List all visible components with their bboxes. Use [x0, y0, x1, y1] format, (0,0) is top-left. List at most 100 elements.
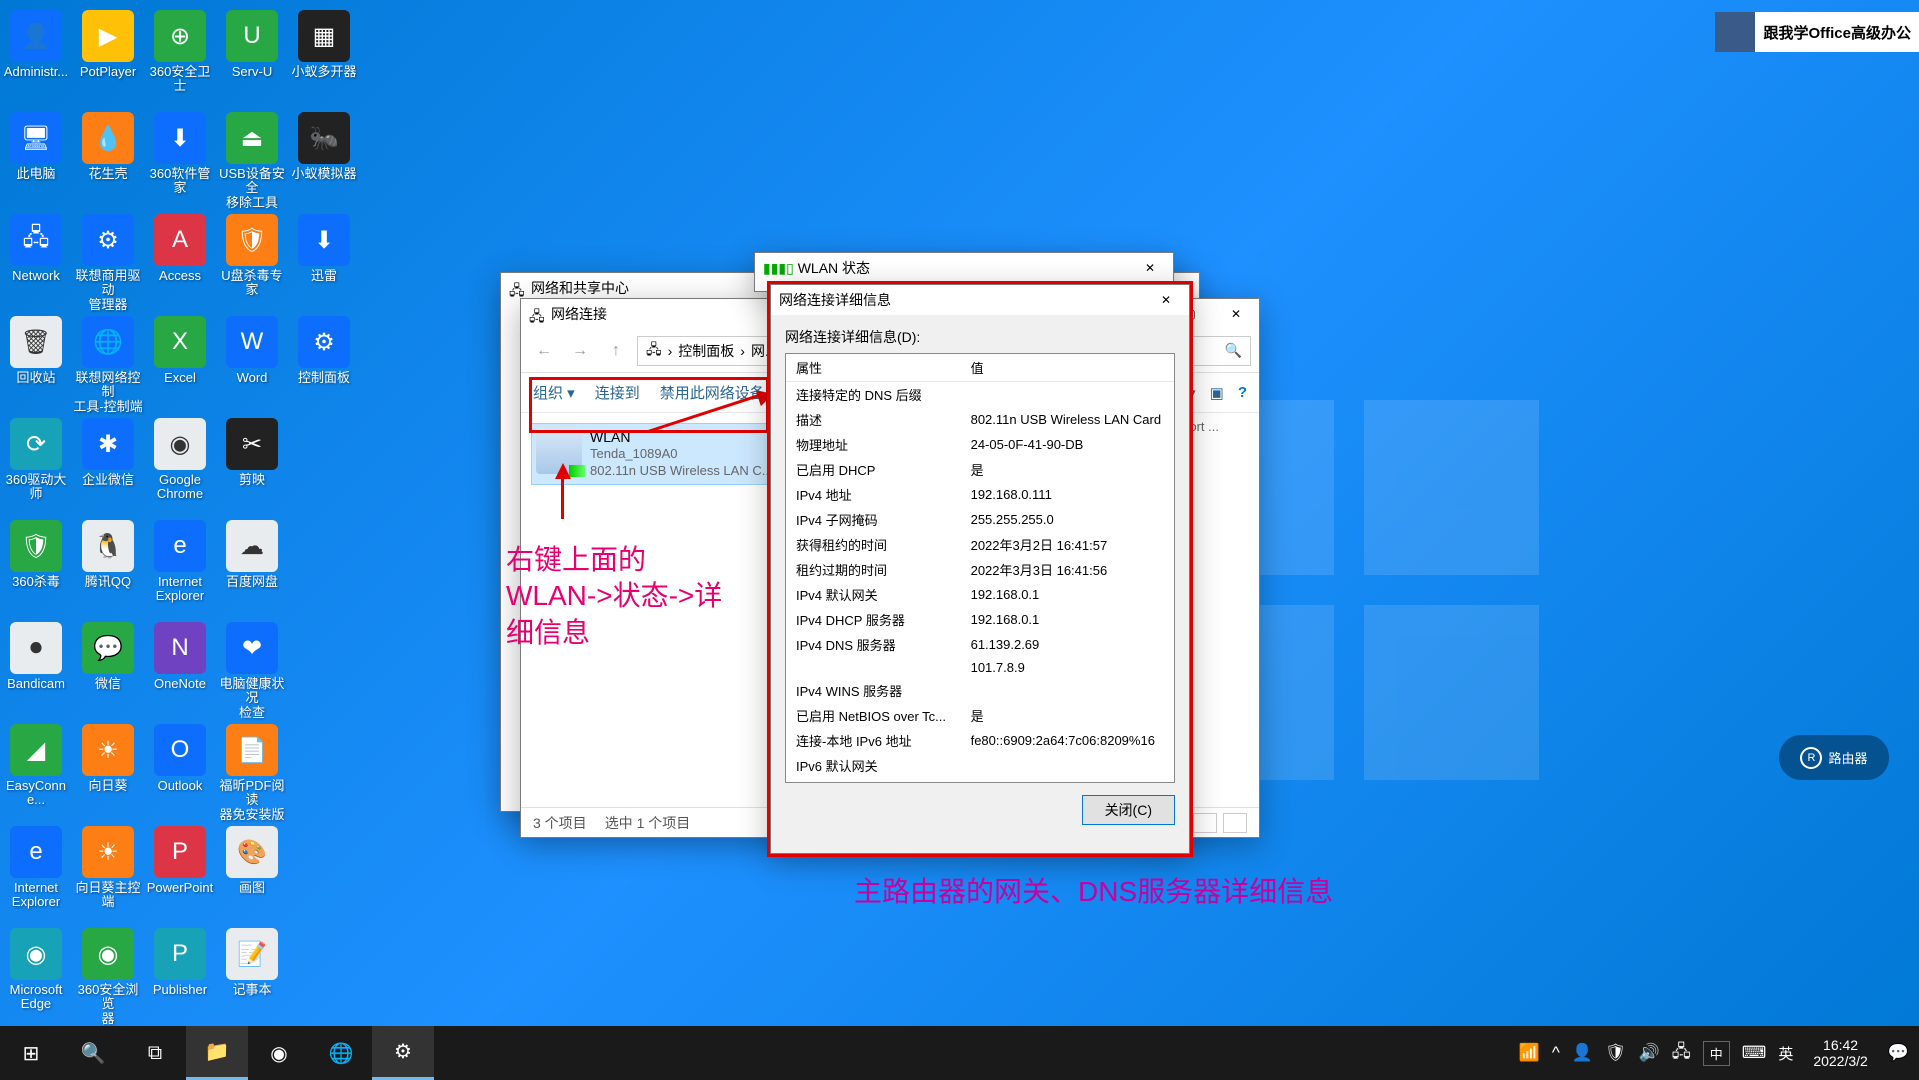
desktop-icon[interactable]: 📝记事本: [216, 924, 288, 1026]
desktop-icon[interactable]: UServ-U: [216, 6, 288, 108]
desktop-icon[interactable]: ⊕360安全卫士: [144, 6, 216, 108]
desktop-icon[interactable]: ⟳360驱动大师: [0, 414, 72, 516]
browser-taskbar-icon[interactable]: 🌐: [310, 1026, 372, 1080]
desktop-icon[interactable]: 🛡U盘杀毒专家: [216, 210, 288, 312]
notifications-tray-icon[interactable]: 💬: [1888, 1043, 1909, 1063]
desktop-icon[interactable]: ◉GoogleChrome: [144, 414, 216, 516]
table-row[interactable]: IPv6 默认网关: [786, 753, 1174, 778]
wifi-tray-icon[interactable]: 📶: [1519, 1043, 1540, 1063]
table-row[interactable]: 已启用 DHCP是: [786, 457, 1174, 482]
table-row[interactable]: 租约过期的时间2022年3月3日 16:41:56: [786, 557, 1174, 582]
table-row[interactable]: IPv4 地址192.168.0.111: [786, 482, 1174, 507]
view-details-button[interactable]: [1193, 813, 1217, 833]
ime-icon[interactable]: ⌨: [1742, 1043, 1767, 1063]
desktop-icon[interactable]: 🌐联想网络控制工具-控制端: [72, 312, 144, 414]
titlebar[interactable]: ▮▮▮▯ WLAN 状态 ✕: [755, 253, 1173, 283]
table-row[interactable]: IPv4 DNS 服务器61.139.2.69: [786, 632, 1174, 657]
help-icon[interactable]: ?: [1238, 384, 1247, 401]
close-button[interactable]: ✕: [1127, 253, 1173, 283]
desktop-icon[interactable]: ▦小蚁多开器: [288, 6, 360, 108]
organize-menu[interactable]: 组织 ▾: [533, 382, 575, 403]
desktop-icon[interactable]: ⚙联想商用驱动管理器: [72, 210, 144, 312]
search-button[interactable]: 🔍: [62, 1026, 124, 1080]
desktop-icon[interactable]: 🐧腾讯QQ: [72, 516, 144, 618]
connect-to-button[interactable]: 连接到: [595, 382, 640, 403]
desktop-icon[interactable]: ▶PotPlayer: [72, 6, 144, 108]
desktop-icon[interactable]: ✱企业微信: [72, 414, 144, 516]
taskbar-clock[interactable]: 16:42 2022/3/2: [1805, 1037, 1876, 1069]
desktop-icon[interactable]: ⚙控制面板: [288, 312, 360, 414]
table-row[interactable]: IPv4 WINS 服务器: [786, 678, 1174, 703]
desktop-icon[interactable]: 📄福昕PDF阅读器免安装版: [216, 720, 288, 822]
table-row[interactable]: 物理地址24-05-0F-41-90-DB: [786, 432, 1174, 457]
chrome-taskbar-icon[interactable]: ◉: [248, 1026, 310, 1080]
table-row[interactable]: IPv4 DHCP 服务器192.168.0.1: [786, 607, 1174, 632]
forward-button[interactable]: →: [565, 336, 595, 366]
table-row[interactable]: 已启用 NetBIOS over Tc...是: [786, 703, 1174, 728]
security-tray-icon[interactable]: 🛡: [1605, 1043, 1627, 1063]
desktop-icon[interactable]: 🎨画图: [216, 822, 288, 924]
desktop-icon[interactable]: PPublisher: [144, 924, 216, 1026]
start-button[interactable]: ⊞: [0, 1026, 62, 1080]
desktop-icon[interactable]: ⏏USB设备安全移除工具: [216, 108, 288, 210]
titlebar[interactable]: 网络连接详细信息 ✕: [771, 285, 1189, 315]
desktop-icon[interactable]: WWord: [216, 312, 288, 414]
desktop-icon[interactable]: 🛡360杀毒: [0, 516, 72, 618]
desktop-icon[interactable]: ✂剪映: [216, 414, 288, 516]
desktop-icon[interactable]: eInternetExplorer: [144, 516, 216, 618]
desktop-icon[interactable]: XExcel: [144, 312, 216, 414]
desktop-icon[interactable]: 🗑回收站: [0, 312, 72, 414]
desktop-icon[interactable]: ☁百度网盘: [216, 516, 288, 618]
app-label: 小蚁多开器: [291, 65, 356, 79]
app-icon: ◉: [82, 928, 134, 980]
table-row[interactable]: 连接特定的 DNS 后缀: [786, 382, 1174, 408]
table-row[interactable]: 描述802.11n USB Wireless LAN Card: [786, 407, 1174, 432]
user-tray-icon[interactable]: 👤: [1572, 1043, 1593, 1063]
task-view-button[interactable]: ⧉: [124, 1026, 186, 1080]
details-pane-icon[interactable]: ▣: [1210, 384, 1224, 402]
table-row[interactable]: 获得租约的时间2022年3月2日 16:41:57: [786, 532, 1174, 557]
desktop-icon[interactable]: 👤Administr...: [0, 6, 72, 108]
desktop-icon[interactable]: ◉MicrosoftEdge: [0, 924, 72, 1026]
desktop-icon[interactable]: ◢EasyConne...: [0, 720, 72, 822]
settings-taskbar-icon[interactable]: ⚙: [372, 1026, 434, 1080]
ime-lang-2[interactable]: 英: [1778, 1043, 1793, 1064]
app-icon: 📝: [226, 928, 278, 980]
view-large-button[interactable]: [1223, 813, 1247, 833]
desktop-icon[interactable]: 💧花生壳: [72, 108, 144, 210]
column-property[interactable]: 属性: [786, 354, 961, 382]
connection-name: WLAN: [590, 428, 773, 446]
ime-lang-1[interactable]: 中: [1703, 1041, 1730, 1066]
network-tray-icon[interactable]: 🖧: [1672, 1039, 1691, 1068]
up-button[interactable]: ↑: [601, 336, 631, 366]
desktop-icon[interactable]: ☀向日葵: [72, 720, 144, 822]
table-row[interactable]: IPv4 子网掩码255.255.255.0: [786, 507, 1174, 532]
desktop-icon[interactable]: 🐜小蚁模拟器: [288, 108, 360, 210]
desktop-icon[interactable]: PPowerPoint: [144, 822, 216, 924]
close-dialog-button[interactable]: 关闭(C): [1082, 795, 1175, 825]
desktop-icon[interactable]: 💬微信: [72, 618, 144, 720]
tray-chevron-icon[interactable]: ^: [1552, 1043, 1560, 1063]
desktop-icon[interactable]: ⏺Bandicam: [0, 618, 72, 720]
table-row[interactable]: IPv4 默认网关192.168.0.1: [786, 582, 1174, 607]
breadcrumb[interactable]: 控制面板: [678, 341, 734, 361]
desktop-icon[interactable]: ◉360安全浏览器: [72, 924, 144, 1026]
desktop-icon[interactable]: ☀向日葵主控端: [72, 822, 144, 924]
desktop-icon[interactable]: AAccess: [144, 210, 216, 312]
desktop-icon[interactable]: 🖥此电脑: [0, 108, 72, 210]
desktop-icon[interactable]: 🖧Network: [0, 210, 72, 312]
file-explorer-taskbar-icon[interactable]: 📁: [186, 1026, 248, 1080]
volume-tray-icon[interactable]: 🔊: [1639, 1043, 1660, 1063]
close-button[interactable]: ✕: [1213, 299, 1259, 329]
desktop-icon[interactable]: OOutlook: [144, 720, 216, 822]
desktop-icon[interactable]: ⬇360软件管家: [144, 108, 216, 210]
desktop-icon[interactable]: ❤电脑健康状况检查: [216, 618, 288, 720]
table-row[interactable]: 连接-本地 IPv6 地址fe80::6909:2a64:7c06:8209%1…: [786, 728, 1174, 753]
desktop-icon[interactable]: eInternetExplorer: [0, 822, 72, 924]
close-button[interactable]: ✕: [1143, 285, 1189, 315]
table-row[interactable]: 101.7.8.9: [786, 657, 1174, 678]
desktop-icon[interactable]: ⬇迅雷: [288, 210, 360, 312]
back-button[interactable]: ←: [529, 336, 559, 366]
column-value[interactable]: 值: [961, 354, 1174, 382]
desktop-icon[interactable]: NOneNote: [144, 618, 216, 720]
